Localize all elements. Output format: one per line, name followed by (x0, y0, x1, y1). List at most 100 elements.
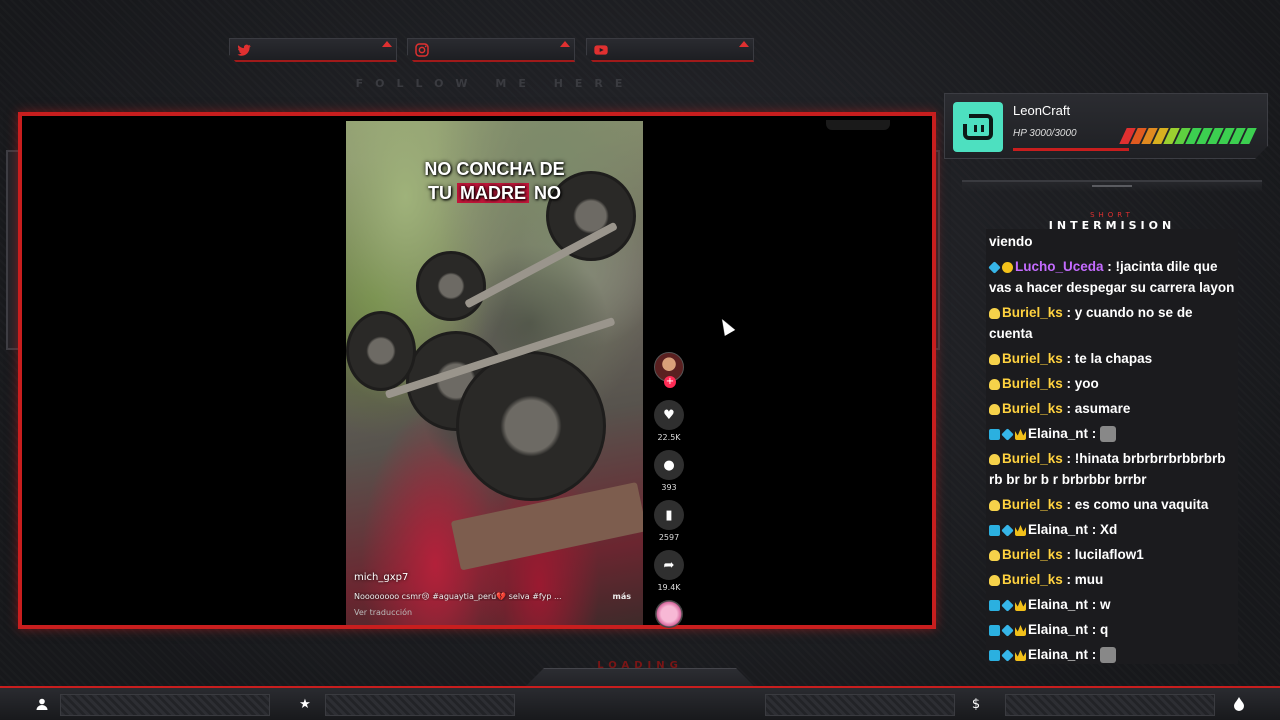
instagram-link[interactable] (407, 38, 575, 62)
truck-axle (464, 221, 618, 309)
youtube-link[interactable] (586, 38, 754, 62)
yellow-badge-icon (989, 353, 1000, 365)
star-icon: ★ (299, 696, 311, 712)
comment-button[interactable]: ● (654, 450, 684, 480)
chat-text: : q (1088, 622, 1109, 637)
chat-text: : te la chapas (1062, 351, 1153, 366)
flame-icon (1227, 692, 1251, 716)
crown-badge-icon (1015, 524, 1026, 536)
hp-bar (1119, 128, 1257, 144)
follow-plus-icon[interactable]: + (664, 376, 676, 388)
youtube-icon (594, 45, 608, 55)
more-link[interactable]: más (613, 592, 632, 601)
yellow-badge-icon (989, 403, 1000, 415)
blue-badge-icon (1001, 428, 1014, 441)
chat-message: Buriel_ks : te la chapas (986, 346, 1238, 371)
caption-text: NO (528, 183, 561, 203)
streamlabs-logo-icon (963, 114, 993, 140)
chat-header-small: SHORT (1090, 211, 1134, 219)
chat-username[interactable]: Elaina_nt (1028, 622, 1088, 637)
chat-username[interactable]: Buriel_ks (1002, 451, 1063, 466)
cyanx-badge-icon (989, 599, 1000, 611)
video-username[interactable]: mich_gxp7 (354, 572, 408, 583)
user-icon (30, 692, 54, 716)
bottom-bar-segment (325, 694, 515, 716)
creator-avatar[interactable]: + (654, 352, 684, 388)
truck-tire (346, 311, 416, 391)
chat-username[interactable]: Elaina_nt (1028, 647, 1088, 662)
blue-badge-icon (1001, 524, 1014, 537)
chat-username[interactable]: Elaina_nt (1028, 426, 1088, 441)
chat-username[interactable]: Buriel_ks (1002, 376, 1063, 391)
gold-badge-icon (1002, 261, 1013, 273)
chat-username[interactable]: Elaina_nt (1028, 522, 1088, 537)
streamer-name: LeonCraft (1013, 103, 1071, 118)
crown-badge-icon (1015, 428, 1026, 440)
chat-message: Elaina_nt : (986, 642, 1238, 664)
chat-message: Buriel_ks : muu (986, 567, 1238, 592)
chat-emote-icon (1100, 426, 1117, 443)
chat-text: viendo (989, 234, 1033, 249)
triangle-marker-icon (382, 41, 392, 47)
heart-icon: ♥ (663, 407, 675, 423)
chat-username[interactable]: Buriel_ks (1002, 497, 1063, 512)
dollar-icon: $ (971, 696, 981, 712)
chat-username[interactable]: Lucho_Uceda (1015, 259, 1104, 274)
chat-message: Elaina_nt : w (986, 592, 1238, 617)
instagram-icon (415, 43, 429, 57)
bottom-bar-segment (60, 694, 270, 716)
music-disc-icon[interactable] (655, 600, 683, 628)
twitter-link[interactable] (229, 38, 397, 62)
yellow-badge-icon (989, 549, 1000, 561)
blue-badge-icon (1001, 624, 1014, 637)
blue-badge-icon (1001, 599, 1014, 612)
chat-username[interactable]: Buriel_ks (1002, 351, 1063, 366)
yellow-badge-icon (989, 307, 1000, 319)
translate-link[interactable]: Ver traducción (354, 608, 412, 617)
video-player[interactable]: NO CONCHA DE TU MADRE NO mich_gxp7 Noooo… (346, 121, 643, 625)
chat-message: Buriel_ks : es como una vaquita (986, 492, 1238, 517)
chat-username[interactable]: Buriel_ks (1002, 401, 1063, 416)
chat-message: Buriel_ks : asumare (986, 396, 1238, 421)
truck-tire (416, 251, 486, 321)
yellow-badge-icon (989, 453, 1000, 465)
yellow-badge-icon (989, 574, 1000, 586)
share-icon: ➦ (663, 557, 675, 573)
blue-badge-icon (988, 261, 1001, 274)
chat-text: : es como una vaquita (1062, 497, 1209, 512)
chat-username[interactable]: Buriel_ks (1002, 305, 1063, 320)
triangle-marker-icon (739, 41, 749, 47)
panel-divider-decoration (962, 180, 1262, 192)
caption-line-2: TU MADRE NO (346, 181, 643, 205)
chat-text: : (1088, 426, 1101, 441)
chat-text: : lucilaflow1 (1062, 547, 1144, 562)
save-button[interactable]: ▮ (654, 500, 684, 530)
caption-highlight: MADRE (456, 183, 529, 203)
cyanx-badge-icon (989, 624, 1000, 636)
cyanx-badge-icon (989, 524, 1000, 536)
share-button[interactable]: ➦ (654, 550, 684, 580)
like-button[interactable]: ♥ (654, 400, 684, 430)
hp-text: HP 3000/3000 (1013, 128, 1077, 139)
chat-message: Buriel_ks : !hinata brbrbrrbrbbrbrb rb b… (986, 446, 1238, 492)
chat-text: : w (1088, 597, 1111, 612)
chat-username[interactable]: Buriel_ks (1002, 572, 1063, 587)
bottom-bar-segment (765, 694, 955, 716)
video-caption: NO CONCHA DE TU MADRE NO (346, 157, 643, 205)
chat-username[interactable]: Buriel_ks (1002, 547, 1063, 562)
crown-badge-icon (1015, 649, 1026, 661)
chat-emote-icon (1100, 647, 1117, 664)
caption-text: TU (427, 183, 457, 203)
chat-message: Buriel_ks : yoo (986, 371, 1238, 396)
video-top-notch (826, 120, 890, 130)
chat-message: Buriel_ks : y cuando no se de cuenta (986, 300, 1238, 346)
chat-message: viendo (986, 229, 1238, 254)
cyanx-badge-icon (989, 649, 1000, 661)
crown-badge-icon (1015, 624, 1026, 636)
chat-box[interactable]: viendo Lucho_Uceda : !jacinta dile que va… (986, 229, 1238, 664)
save-count: 2597 (658, 533, 680, 542)
comment-icon: ● (663, 457, 675, 473)
chat-username[interactable]: Elaina_nt (1028, 597, 1088, 612)
chat-text: : (1088, 647, 1101, 662)
crown-badge-icon (1015, 599, 1026, 611)
